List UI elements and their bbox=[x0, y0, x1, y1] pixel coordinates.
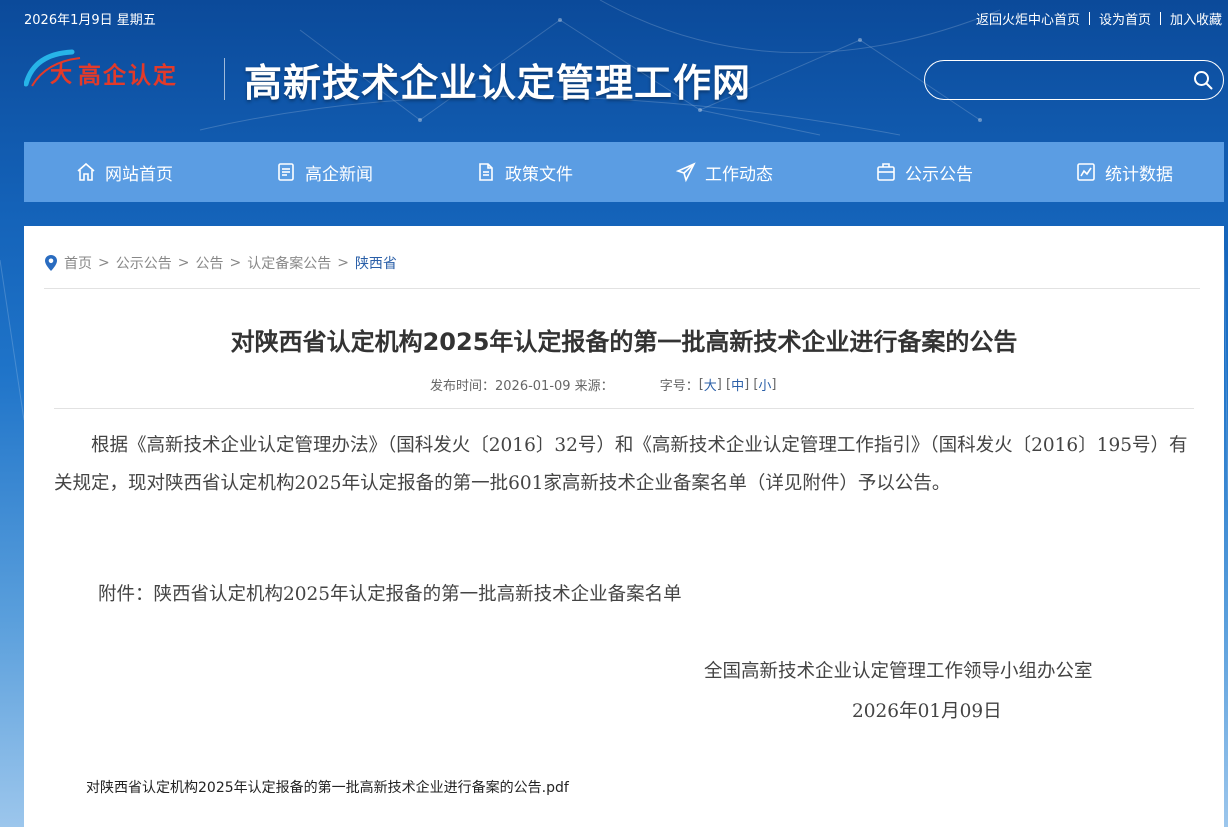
site-title: 高新技术企业认定管理工作网 bbox=[244, 60, 752, 105]
search-icon[interactable] bbox=[1193, 70, 1213, 90]
divider bbox=[1159, 12, 1161, 25]
top-bar: 2026年1月9日 星期五 返回火炬中心首页 设为首页 加入收藏 bbox=[0, 0, 1228, 34]
article-title: 对陕西省认定机构2025年认定报备的第一批高新技术企业进行备案的公告 bbox=[230, 328, 1018, 356]
logo-text: 高企认定 bbox=[78, 62, 178, 89]
breadcrumb-separator: > bbox=[337, 255, 349, 271]
nav-item-label: 网站首页 bbox=[105, 164, 173, 185]
attachment-line: 附件：陕西省认定机构2025年认定报备的第一批高新技术企业备案名单 bbox=[98, 584, 682, 605]
signature-organization: 全国高新技术企业认定管理工作领导小组办公室 bbox=[704, 661, 1093, 682]
send-icon bbox=[675, 162, 696, 183]
news-icon bbox=[278, 163, 294, 181]
publish-date: 发布时间：2026-01-09 来源： bbox=[430, 379, 614, 394]
nav-item-announcements[interactable]: 公示公告 bbox=[824, 142, 1024, 202]
font-size-small[interactable]: 小 bbox=[758, 375, 771, 394]
search-input[interactable] bbox=[941, 69, 1181, 91]
breadcrumb-separator: > bbox=[177, 255, 190, 271]
home-icon bbox=[77, 162, 95, 181]
svg-text:大: 大 bbox=[50, 62, 72, 88]
content-panel: 首页 > 公示公告 > 公告 > 认定备案公告 > 陕西省 对陕西省认定机构20… bbox=[24, 226, 1224, 827]
nav-item-label: 政策文件 bbox=[505, 164, 573, 185]
breadcrumb-shaanxi[interactable]: 陕西省 bbox=[355, 253, 397, 273]
divider bbox=[1088, 12, 1090, 25]
article-paragraph: 根据《高新技术企业认定管理办法》（国科发火〔2016〕32号）和《高新技术企业认… bbox=[54, 435, 1188, 494]
nav-item-work-updates[interactable]: 工作动态 bbox=[624, 142, 824, 202]
main-nav: 网站首页 高企新闻 政策文件 工作动态 公示公告 统计数据 bbox=[24, 142, 1224, 202]
signature-date: 2026年01月09日 bbox=[852, 701, 1002, 722]
font-size-large[interactable]: 大 bbox=[704, 375, 717, 394]
pdf-attachment-link[interactable]: 对陕西省认定机构2025年认定报备的第一批高新技术企业进行备案的公告.pdf bbox=[86, 777, 569, 797]
nav-item-statistics[interactable]: 统计数据 bbox=[1024, 142, 1224, 202]
breadcrumb-announcements[interactable]: 公示公告 bbox=[116, 253, 172, 273]
search-box bbox=[924, 60, 1224, 100]
breadcrumb: 首页 > 公示公告 > 公告 > 认定备案公告 > 陕西省 bbox=[44, 253, 397, 273]
breadcrumb-separator: > bbox=[98, 255, 110, 271]
breadcrumb-notice[interactable]: 公告 bbox=[195, 253, 223, 273]
current-date: 2026年1月9日 星期五 bbox=[24, 13, 156, 28]
font-size-medium[interactable]: 中 bbox=[731, 375, 744, 394]
add-favorite-link[interactable]: 加入收藏 bbox=[1170, 9, 1222, 28]
announcement-icon bbox=[877, 163, 895, 181]
site-logo[interactable]: 大 高企认定 bbox=[23, 46, 214, 90]
nav-item-label: 高企新闻 bbox=[305, 164, 373, 185]
set-homepage-link[interactable]: 设为首页 bbox=[1099, 9, 1151, 28]
meta-divider bbox=[54, 408, 1194, 409]
article-meta: 发布时间：2026-01-09 来源： 字号： [大] [中] [小] bbox=[430, 375, 777, 394]
chart-icon bbox=[1077, 163, 1095, 181]
breadcrumb-filing-notice[interactable]: 认定备案公告 bbox=[247, 253, 331, 273]
nav-item-home[interactable]: 网站首页 bbox=[24, 142, 224, 202]
nav-item-news[interactable]: 高企新闻 bbox=[224, 142, 424, 202]
return-torch-center-link[interactable]: 返回火炬中心首页 bbox=[976, 9, 1080, 28]
nav-item-label: 工作动态 bbox=[705, 164, 773, 185]
nav-item-policy[interactable]: 政策文件 bbox=[424, 142, 624, 202]
font-size-label: 字号： bbox=[659, 379, 699, 394]
header-divider bbox=[224, 58, 225, 100]
document-icon bbox=[479, 163, 493, 181]
breadcrumb-separator: > bbox=[229, 255, 242, 271]
nav-item-label: 统计数据 bbox=[1105, 164, 1173, 185]
article-body: 根据《高新技术企业认定管理办法》（国科发火〔2016〕32号）和《高新技术企业认… bbox=[54, 427, 1194, 503]
breadcrumb-home[interactable]: 首页 bbox=[64, 253, 92, 273]
top-links: 返回火炬中心首页 设为首页 加入收藏 bbox=[976, 9, 1222, 28]
nav-item-label: 公示公告 bbox=[905, 164, 973, 185]
location-pin-icon bbox=[45, 255, 57, 271]
breadcrumb-divider bbox=[44, 288, 1200, 289]
